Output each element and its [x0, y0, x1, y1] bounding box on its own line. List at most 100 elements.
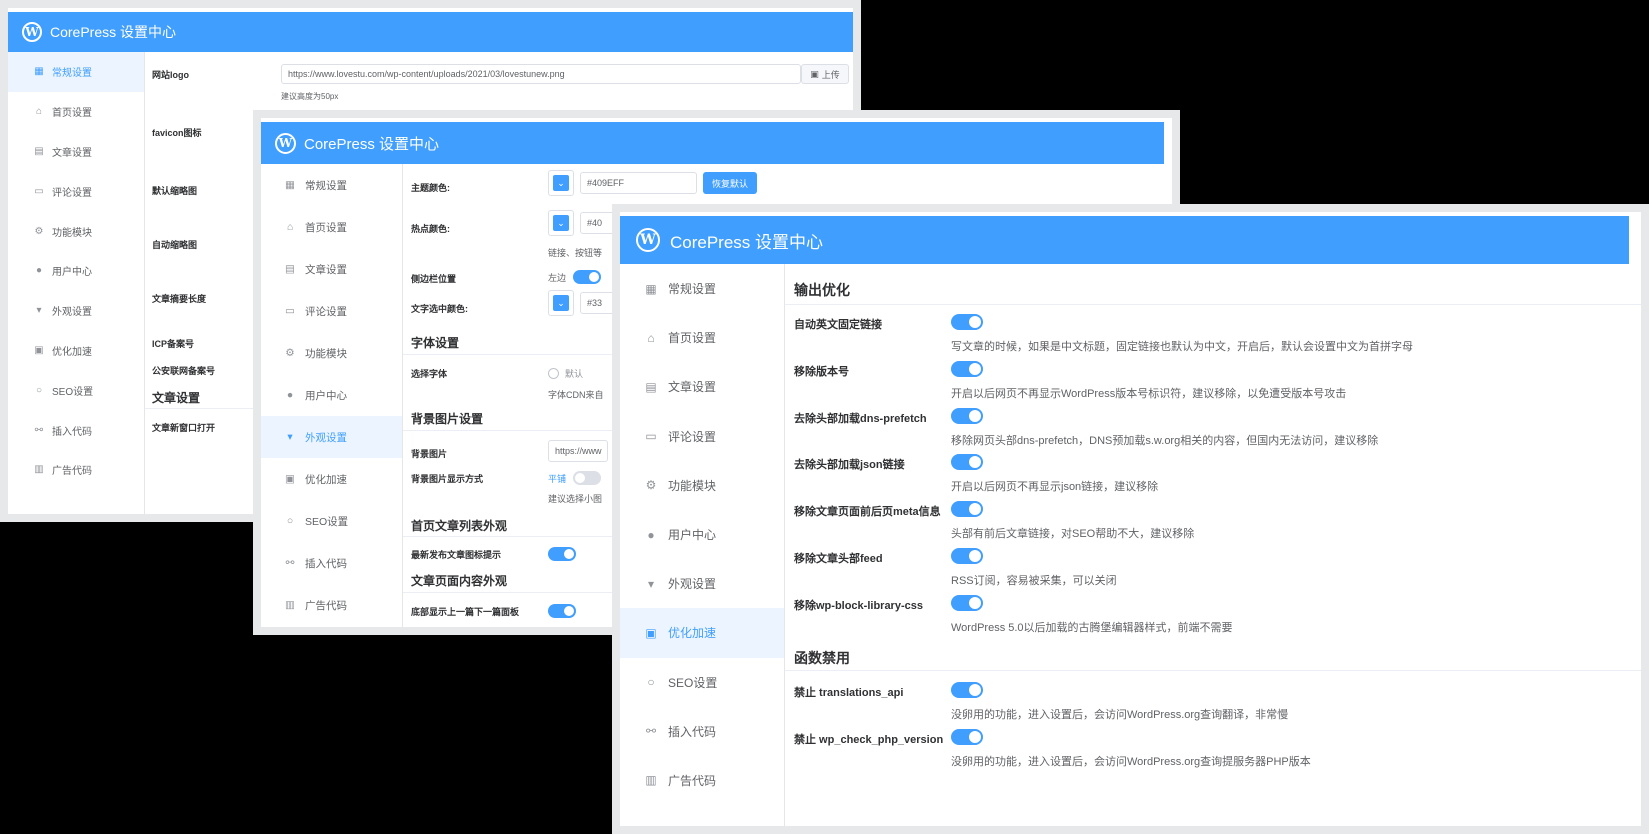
home-list-section-title: 首页文章列表外观 — [411, 519, 508, 533]
sidebar-item-label: 文章设置 — [52, 147, 92, 159]
option-label: 去除头部加载json链接 — [794, 459, 905, 472]
app-title: CorePress 设置中心 — [670, 232, 824, 252]
background-mode-toggle[interactable] — [573, 471, 601, 485]
upload-button[interactable]: ▣ 上传 — [801, 64, 849, 84]
background-section-title: 背景图片设置 — [411, 412, 484, 426]
chevron-down-icon: ⌄ — [553, 175, 569, 191]
sidebar-item-0[interactable]: ▦ 常规设置 — [620, 264, 784, 313]
sidebar-item-label: 评论设置 — [52, 187, 92, 199]
theme-color-label: 主题颜色: — [411, 183, 450, 193]
document-icon: ▤ — [645, 379, 657, 394]
sidebar-item-8[interactable]: ○ SEO设置 — [8, 370, 144, 410]
sidebar-item-label: 插入代码 — [668, 724, 717, 739]
option-toggle[interactable] — [951, 548, 983, 564]
sidebar-item-label: 常规设置 — [668, 282, 717, 297]
sidebar-item-label: 首页设置 — [52, 108, 92, 120]
option-toggle[interactable] — [951, 594, 983, 611]
sidebar-item-9[interactable]: ⚯ 插入代码 — [8, 410, 144, 450]
option-description: 移除网页头部dns-prefetch，DNS预加载s.w.org相关的内容，但国… — [951, 434, 1379, 447]
sidebar-item-3[interactable]: ▭ 评论设置 — [261, 290, 402, 332]
sidebar-item-label: 评论设置 — [305, 305, 347, 318]
app-title: CorePress 设置中心 — [50, 24, 177, 40]
option-toggle[interactable] — [951, 360, 983, 377]
option-label: 去除头部加载dns-prefetch — [794, 412, 927, 425]
sidebar-item-label: 评论设置 — [668, 429, 717, 444]
option-toggle[interactable] — [951, 407, 983, 424]
sidebar-item-2[interactable]: ▤ 文章设置 — [620, 362, 784, 411]
sidebar-item-4[interactable]: ⚙ 功能模块 — [8, 211, 144, 251]
sidebar-item-1[interactable]: ⌂ 首页设置 — [620, 313, 784, 362]
chart-icon: ▣ — [285, 473, 295, 485]
option-toggle[interactable] — [951, 314, 983, 330]
option-toggle[interactable] — [951, 454, 983, 471]
sidebar-item-6[interactable]: ▾ 外观设置 — [8, 291, 144, 331]
sidebar-item-8[interactable]: ○ SEO设置 — [620, 658, 784, 707]
prev-next-panel-toggle[interactable] — [548, 604, 576, 618]
sidebar-item-5[interactable]: ● 用户中心 — [8, 251, 144, 291]
option-toggle[interactable] — [951, 682, 983, 698]
sidebar-item-6[interactable]: ▾ 外观设置 — [620, 559, 784, 608]
sidebar-item-7[interactable]: ▣ 优化加速 — [261, 458, 402, 500]
logo-label: 网站logo — [152, 70, 189, 80]
option-description: 没卵用的功能，进入设置后，会访问WordPress.org查询提服务器PHP版本 — [951, 755, 1311, 768]
option-toggle[interactable] — [951, 501, 983, 518]
sidebar-item-5[interactable]: ● 用户中心 — [620, 510, 784, 559]
option-label: 移除文章页面前后页meta信息 — [794, 506, 941, 519]
sidebar-item-4[interactable]: ⚙ 功能模块 — [620, 461, 784, 510]
sidebar-item-2[interactable]: ▤ 文章设置 — [8, 132, 144, 172]
new-window-label: 文章新窗口打开 — [152, 423, 216, 433]
background-image-input[interactable]: https://www — [548, 440, 608, 462]
theme-color-picker[interactable]: ⌄ — [548, 170, 574, 196]
sidebar-item-label: 外观设置 — [52, 307, 92, 319]
sidebar-position-toggle[interactable] — [573, 270, 601, 284]
hot-color-value: #40 — [587, 218, 603, 228]
option-toggle[interactable] — [951, 728, 983, 745]
hot-color-label: 热点颜色: — [411, 224, 450, 234]
sidebar-item-7[interactable]: ▣ 优化加速 — [8, 331, 144, 371]
font-default-label: 默认 — [565, 369, 584, 379]
ad-icon: ▥ — [34, 464, 44, 476]
logo-hint: 建议高度为50px — [281, 92, 339, 101]
sidebar-item-10[interactable]: ▥ 广告代码 — [261, 584, 402, 626]
sidebar-item-1[interactable]: ⌂ 首页设置 — [261, 206, 402, 248]
sidebar-item-label: 插入代码 — [305, 557, 347, 570]
sidebar-item-9[interactable]: ⚯ 插入代码 — [620, 707, 784, 756]
background-mode-label: 背景图片显示方式 — [411, 474, 484, 484]
sidebar-item-10[interactable]: ▥ 广告代码 — [8, 450, 144, 490]
comment-icon: ▭ — [645, 429, 657, 444]
sidebar-item-label: 文章设置 — [668, 380, 717, 395]
sidebar-item-label: 用户中心 — [668, 528, 717, 543]
sidebar-item-8[interactable]: ○ SEO设置 — [261, 500, 402, 542]
sidebar-item-2[interactable]: ▤ 文章设置 — [261, 248, 402, 290]
sidebar-item-7[interactable]: ▣ 优化加速 — [620, 608, 784, 658]
sidebar-item-3[interactable]: ▭ 评论设置 — [620, 412, 784, 461]
option-description: 写文章的时候，如果是中文标题，固定链接也默认为中文，开启后，默认会设置中文为首拼… — [951, 341, 1413, 353]
sidebar-item-0[interactable]: ▦ 常规设置 — [8, 52, 144, 92]
function-section-title: 函数禁用 — [794, 650, 850, 666]
link-icon: ⚯ — [645, 724, 657, 739]
font-section-title: 字体设置 — [411, 336, 460, 350]
sidebar-item-1[interactable]: ⌂ 首页设置 — [8, 92, 144, 132]
theme-color-input[interactable]: #409EFF — [580, 172, 697, 194]
sidebar-item-4[interactable]: ⚙ 功能模块 — [261, 332, 402, 374]
font-default-radio[interactable] — [548, 368, 559, 379]
sidebar-item-label: 外观设置 — [668, 577, 717, 592]
auto-thumbnail-label: 自动缩略图 — [152, 240, 198, 250]
divider — [785, 304, 1641, 305]
sidebar-item-6[interactable]: ▾ 外观设置 — [261, 416, 402, 458]
sidebar-item-3[interactable]: ▭ 评论设置 — [8, 171, 144, 211]
sidebar-item-0[interactable]: ▦ 常规设置 — [261, 164, 402, 206]
search-icon: ○ — [286, 515, 294, 527]
reset-default-button[interactable]: 恢复默认 — [703, 172, 757, 194]
hot-color-hint: 链接、按钮等 — [548, 248, 603, 258]
new-post-icon-toggle[interactable] — [548, 547, 576, 561]
sidebar-item-10[interactable]: ▥ 广告代码 — [620, 756, 784, 805]
sidebar-item-9[interactable]: ⚯ 插入代码 — [261, 542, 402, 584]
comment-icon: ▭ — [34, 185, 44, 197]
option-label: 禁止 wp_check_php_version — [794, 733, 944, 746]
select-color-picker[interactable]: ⌄ — [548, 290, 574, 316]
link-icon: ⚯ — [285, 557, 295, 569]
sidebar-item-5[interactable]: ● 用户中心 — [261, 374, 402, 416]
logo-url-input[interactable]: https://www.lovestu.com/wp-content/uploa… — [281, 64, 801, 84]
hot-color-picker[interactable]: ⌄ — [548, 210, 574, 236]
